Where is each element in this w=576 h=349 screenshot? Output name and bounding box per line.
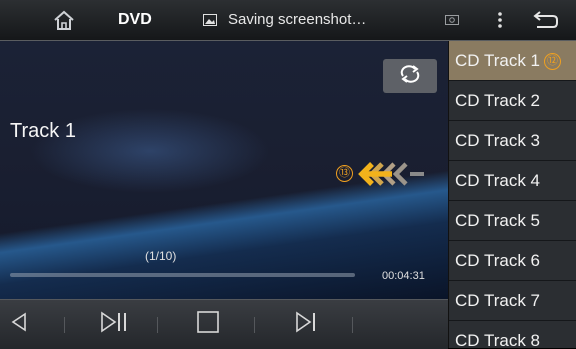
stop-button[interactable] bbox=[188, 300, 228, 349]
repeat-icon bbox=[399, 64, 421, 88]
callout-marker-13: ⑬ bbox=[336, 165, 353, 182]
menu-icon[interactable] bbox=[490, 0, 510, 40]
track-label: CD Track 4 bbox=[455, 171, 541, 190]
previous-button[interactable] bbox=[0, 300, 38, 349]
home-icon[interactable] bbox=[44, 0, 84, 40]
next-icon bbox=[294, 311, 318, 338]
list-item[interactable]: CD Track 6 bbox=[449, 241, 576, 281]
status-notification: Saving screenshot… bbox=[228, 11, 367, 28]
track-label: CD Track 6 bbox=[455, 251, 541, 270]
progress-bar[interactable] bbox=[10, 273, 355, 277]
callout-marker-12: ⑫ bbox=[544, 53, 562, 70]
divider bbox=[157, 317, 158, 333]
track-label: CD Track 7 bbox=[455, 291, 541, 310]
stop-icon bbox=[197, 311, 219, 338]
list-item[interactable]: CD Track 3 bbox=[449, 121, 576, 161]
list-item[interactable]: CD Track 2 bbox=[449, 81, 576, 121]
previous-icon bbox=[10, 312, 28, 337]
repeat-button[interactable] bbox=[383, 59, 437, 93]
back-icon[interactable] bbox=[528, 0, 564, 40]
track-label: CD Track 5 bbox=[455, 211, 541, 230]
track-label: CD Track 1 bbox=[455, 51, 541, 70]
list-item[interactable]: CD Track 8 bbox=[449, 321, 576, 348]
transport-controls bbox=[0, 299, 448, 349]
divider bbox=[64, 317, 65, 333]
track-counter: (1/10) bbox=[145, 249, 177, 263]
list-item[interactable]: CD Track 1⑫ bbox=[449, 41, 576, 81]
camera-icon bbox=[442, 0, 462, 40]
play-pause-icon bbox=[99, 311, 129, 338]
track-label: CD Track 8 bbox=[455, 331, 541, 348]
list-item[interactable]: CD Track 4 bbox=[449, 161, 576, 201]
next-button[interactable] bbox=[286, 300, 326, 349]
screenshot-icon bbox=[200, 0, 220, 40]
elapsed-time: 00:04:31 bbox=[382, 270, 425, 282]
divider bbox=[352, 317, 353, 333]
list-item[interactable]: CD Track 5 bbox=[449, 201, 576, 241]
swipe-arrows-icon bbox=[358, 159, 430, 194]
list-item[interactable]: CD Track 7 bbox=[449, 281, 576, 321]
divider bbox=[254, 317, 255, 333]
play-pause-button[interactable] bbox=[92, 300, 136, 349]
now-playing-title: Track 1 bbox=[10, 120, 76, 142]
track-label: CD Track 3 bbox=[455, 131, 541, 150]
video-area[interactable]: Track 1 ⑬ (1/10) 00:04:31 bbox=[0, 41, 448, 299]
title-bar: DVD Saving screenshot… bbox=[0, 0, 576, 41]
app-title: DVD bbox=[118, 11, 152, 28]
track-list[interactable]: CD Track 1⑫ CD Track 2 CD Track 3 CD Tra… bbox=[448, 41, 576, 348]
track-label: CD Track 2 bbox=[455, 91, 541, 110]
